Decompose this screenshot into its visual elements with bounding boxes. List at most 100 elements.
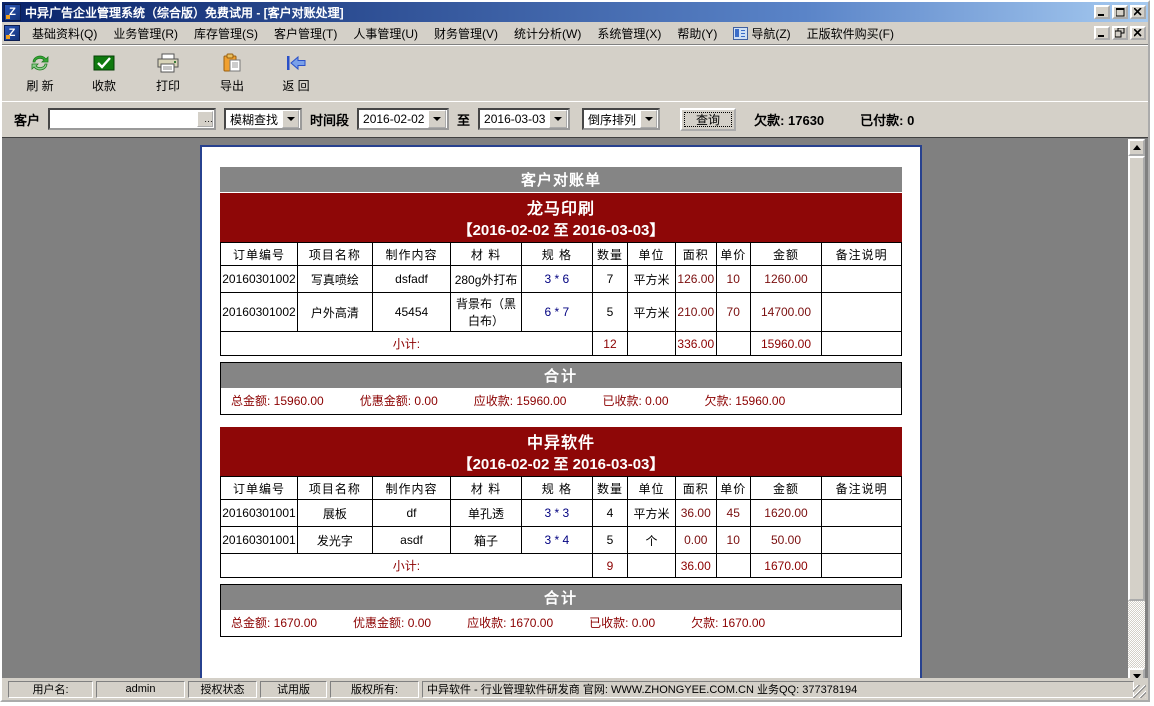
menu-item[interactable]: 业务管理(R)	[105, 22, 186, 45]
summary-row: 总金额: 15960.00优惠金额: 0.00应收款: 15960.00已收款:…	[221, 388, 901, 414]
customer-label: 客户	[14, 110, 40, 129]
title-bar: Z 中异广告企业管理系统（综合版）免费试用 - [客户对账处理]	[2, 2, 1148, 22]
search-mode-value: 模糊查找	[226, 111, 282, 128]
column-header: 订单编号	[221, 477, 298, 500]
date-from-combobox[interactable]: 2016-02-02	[357, 108, 449, 130]
table-cell: 1620.00	[750, 500, 822, 527]
statement-period: 【2016-02-02 至 2016-03-03】	[220, 219, 902, 240]
table-cell: 126.00	[675, 266, 716, 293]
status-bar: 用户名:admin授权状态试用版版权所有:中异软件 - 行业管理软件研发商 官网…	[2, 678, 1148, 700]
toolbar-button-label: 导出	[220, 77, 244, 94]
child-minimize-button[interactable]	[1094, 26, 1110, 40]
table-row[interactable]: 20160301001展板df单孔透3 * 34平方米36.00451620.0…	[221, 500, 902, 527]
child-restore-button[interactable]	[1112, 26, 1128, 40]
chevron-down-icon[interactable]	[640, 110, 657, 128]
toolbar-button-receive-payment[interactable]: 收款	[72, 48, 136, 98]
table-cell: 单孔透	[451, 500, 522, 527]
subtotal-cell	[716, 332, 750, 356]
menu-item-label: 系统管理(X)	[597, 25, 661, 42]
menu-item-label: 人事管理(U)	[353, 25, 418, 42]
menu-item[interactable]: 系统管理(X)	[589, 22, 669, 45]
menu-item[interactable]: 统计分析(W)	[506, 22, 589, 45]
scrollbar-track[interactable]	[1128, 601, 1145, 668]
chevron-down-icon[interactable]	[549, 110, 567, 128]
menu-item[interactable]: 客户管理(T)	[266, 22, 345, 45]
table-row[interactable]: 20160301001发光字asdf箱子3 * 45个0.001050.00	[221, 527, 902, 554]
table-cell: 50.00	[750, 527, 822, 554]
date-to-combobox[interactable]: 2016-03-03	[478, 108, 570, 130]
summary-item: 总金额: 15960.00	[231, 392, 324, 409]
close-button[interactable]	[1130, 5, 1146, 19]
print-icon	[156, 52, 180, 74]
menu-item-label: 统计分析(W)	[514, 25, 581, 42]
subtotal-cell	[628, 554, 676, 578]
table-cell: 个	[628, 527, 676, 554]
menu-item-label: 业务管理(R)	[113, 25, 178, 42]
column-header: 规 格	[521, 243, 592, 266]
menu-item[interactable]: 正版软件购买(F)	[799, 22, 902, 45]
table-cell: 6 * 7	[521, 293, 592, 332]
query-button[interactable]: 查询	[680, 108, 736, 131]
report-page: 客户对账单 龙马印刷【2016-02-02 至 2016-03-03】订单编号项…	[200, 145, 922, 687]
chevron-down-icon[interactable]	[282, 110, 299, 128]
vertical-scrollbar[interactable]	[1128, 139, 1145, 685]
column-header: 金额	[750, 477, 822, 500]
column-header: 单位	[628, 243, 676, 266]
status-auth-value: 试用版	[260, 681, 327, 698]
search-mode-combobox[interactable]: 模糊查找	[224, 108, 302, 130]
subtotal-label: 小计:	[221, 554, 593, 578]
column-header: 面积	[675, 243, 716, 266]
toolbar-button-label: 收款	[92, 77, 116, 94]
menu-item[interactable]: 人事管理(U)	[345, 22, 426, 45]
customer-input-wrap: …	[48, 108, 216, 130]
subtotal-cell: 15960.00	[750, 332, 822, 356]
table-cell: 平方米	[628, 266, 676, 293]
scrollbar-thumb[interactable]	[1128, 156, 1145, 601]
table-cell: asdf	[372, 527, 450, 554]
table-cell: 45	[716, 500, 750, 527]
subtotal-cell	[822, 554, 902, 578]
customer-input[interactable]	[50, 111, 197, 127]
maximize-button[interactable]	[1112, 5, 1128, 19]
customer-name: 中异软件	[220, 429, 902, 453]
subtotal-cell	[822, 332, 902, 356]
scroll-up-button[interactable]	[1128, 139, 1145, 156]
table-cell: 1260.00	[750, 266, 822, 293]
to-label: 至	[457, 110, 470, 129]
customer-lookup-button[interactable]: …	[197, 111, 213, 127]
summary-row: 总金额: 1670.00优惠金额: 0.00应收款: 1670.00已收款: 0…	[221, 610, 901, 636]
subtotal-cell	[716, 554, 750, 578]
table-cell: 箱子	[451, 527, 522, 554]
menu-item-label: 正版软件购买(F)	[807, 25, 894, 42]
menu-item[interactable]: 财务管理(V)	[426, 22, 506, 45]
toolbar-button-refresh[interactable]: 刷 新	[8, 48, 72, 98]
child-close-button[interactable]	[1130, 26, 1146, 40]
column-header: 单价	[716, 243, 750, 266]
menu-item[interactable]: 导航(Z)	[725, 22, 798, 45]
table-row[interactable]: 20160301002写真喷绘dsfadf280g外打布3 * 67平方米126…	[221, 266, 902, 293]
summary-title-bar: 合计	[221, 363, 901, 388]
menu-item[interactable]: 帮助(Y)	[669, 22, 725, 45]
toolbar-button-label: 返 回	[282, 77, 309, 94]
menu-item-label: 基础资料(Q)	[32, 25, 97, 42]
table-cell: 3 * 6	[521, 266, 592, 293]
toolbar-button-back[interactable]: 返 回	[264, 48, 328, 98]
table-cell: 210.00	[675, 293, 716, 332]
toolbar-button-print[interactable]: 打印	[136, 48, 200, 98]
menu-bar: Z 基础资料(Q)业务管理(R)库存管理(S)客户管理(T)人事管理(U)财务管…	[2, 22, 1148, 45]
menu-item[interactable]: 库存管理(S)	[186, 22, 266, 45]
minimize-button[interactable]	[1094, 5, 1110, 19]
summary-item: 优惠金额: 0.00	[353, 614, 431, 631]
sort-order-combobox[interactable]: 倒序排列	[582, 108, 660, 130]
menu-item-label: 客户管理(T)	[274, 25, 337, 42]
date-to-value: 2016-03-03	[480, 112, 549, 126]
column-header: 单价	[716, 477, 750, 500]
subtotal-cell: 12	[592, 332, 627, 356]
menu-bar-items: 基础资料(Q) 业务管理(R) 库存管理(S) 客户管理(T) 人事管理(U) 财务管理(…	[24, 22, 902, 45]
chevron-down-icon[interactable]	[428, 110, 446, 128]
toolbar-button-export[interactable]: 导出	[200, 48, 264, 98]
summary-item: 已收款: 0.00	[603, 392, 669, 409]
resize-grip[interactable]	[1133, 685, 1146, 698]
table-row[interactable]: 20160301002户外高清45454背景布（黑白布）6 * 75平方米210…	[221, 293, 902, 332]
menu-item[interactable]: 基础资料(Q)	[24, 22, 105, 45]
